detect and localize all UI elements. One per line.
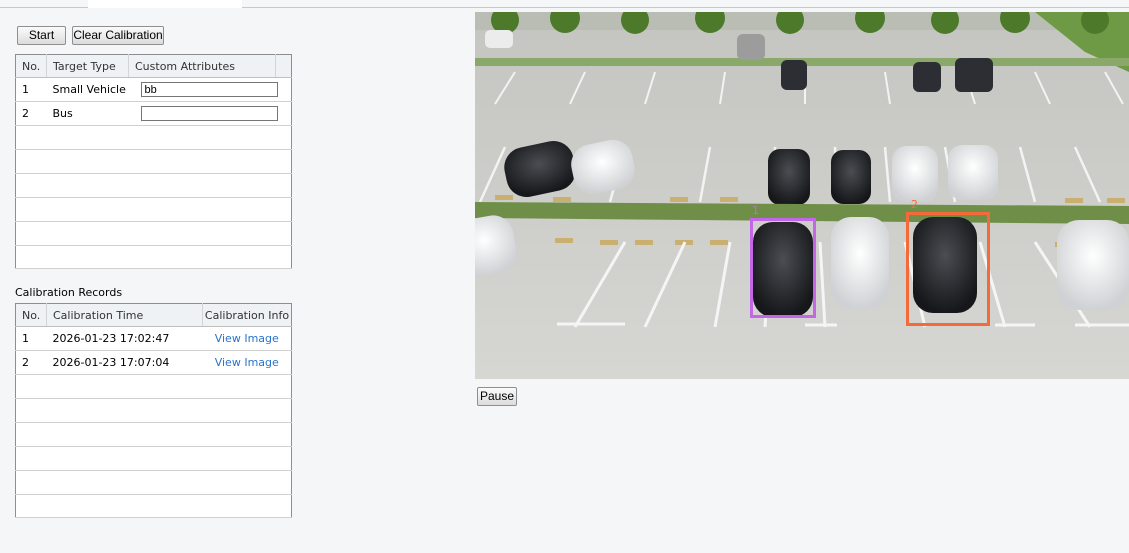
table-row[interactable]: 2 2026-01-23 17:07:04 View Image [15, 350, 292, 375]
empty-row [15, 446, 292, 471]
attr-cell [128, 101, 292, 126]
row-no: 2 [15, 101, 47, 126]
clear-calibration-button[interactable]: Clear Calibration [72, 26, 164, 45]
view-image-link[interactable]: View Image [215, 332, 279, 345]
detection-box-2[interactable] [906, 212, 990, 326]
video-preview[interactable]: 1 2 [475, 12, 1129, 379]
empty-row [15, 197, 292, 222]
row-target-type: Small Vehicle [46, 77, 129, 102]
target-table-header: No. Target Type Custom Attributes [15, 54, 292, 78]
detection-box-1[interactable] [750, 218, 816, 318]
col-calibration-time: Calibration Time [46, 303, 203, 327]
empty-row [15, 494, 292, 518]
empty-row [15, 149, 292, 174]
top-tab-bar [0, 0, 1129, 8]
table-row[interactable]: 1 2026-01-23 17:02:47 View Image [15, 326, 292, 351]
col-custom-attributes: Custom Attributes [128, 54, 276, 78]
empty-row [15, 422, 292, 447]
detection-label-1: 1 [752, 204, 759, 217]
active-tab[interactable] [88, 0, 242, 8]
table-row[interactable]: 1 Small Vehicle [15, 77, 292, 102]
row-no: 1 [15, 326, 47, 351]
empty-row [15, 221, 292, 246]
empty-row [15, 245, 292, 269]
empty-row [15, 125, 292, 150]
col-calibration-info: Calibration Info [202, 303, 292, 327]
parking-lot-scene [475, 12, 1129, 379]
empty-row [15, 173, 292, 198]
empty-row [15, 374, 292, 399]
records-table-header: No. Calibration Time Calibration Info [15, 303, 292, 327]
row-calibration-time: 2026-01-23 17:02:47 [46, 326, 203, 351]
pause-button[interactable]: Pause [477, 387, 517, 406]
row-no: 1 [15, 77, 47, 102]
row-no: 2 [15, 350, 47, 375]
custom-attribute-input[interactable] [140, 106, 278, 121]
view-image-cell: View Image [202, 350, 292, 375]
detection-label-2: 2 [911, 198, 918, 211]
col-no: No. [15, 303, 47, 327]
start-button[interactable]: Start [17, 26, 66, 45]
empty-row [15, 398, 292, 423]
custom-attribute-input[interactable] [140, 82, 278, 97]
col-target-type: Target Type [46, 54, 129, 78]
attr-cell [128, 77, 292, 102]
target-table: No. Target Type Custom Attributes 1 Smal… [15, 54, 292, 269]
calibration-records-title: Calibration Records [15, 286, 123, 299]
row-calibration-time: 2026-01-23 17:07:04 [46, 350, 203, 375]
col-spacer [275, 54, 292, 78]
table-row[interactable]: 2 Bus [15, 101, 292, 126]
view-image-link[interactable]: View Image [215, 356, 279, 369]
view-image-cell: View Image [202, 326, 292, 351]
empty-row [15, 470, 292, 495]
row-target-type: Bus [46, 101, 129, 126]
calibration-records-table: No. Calibration Time Calibration Info 1 … [15, 303, 292, 518]
col-no: No. [15, 54, 47, 78]
